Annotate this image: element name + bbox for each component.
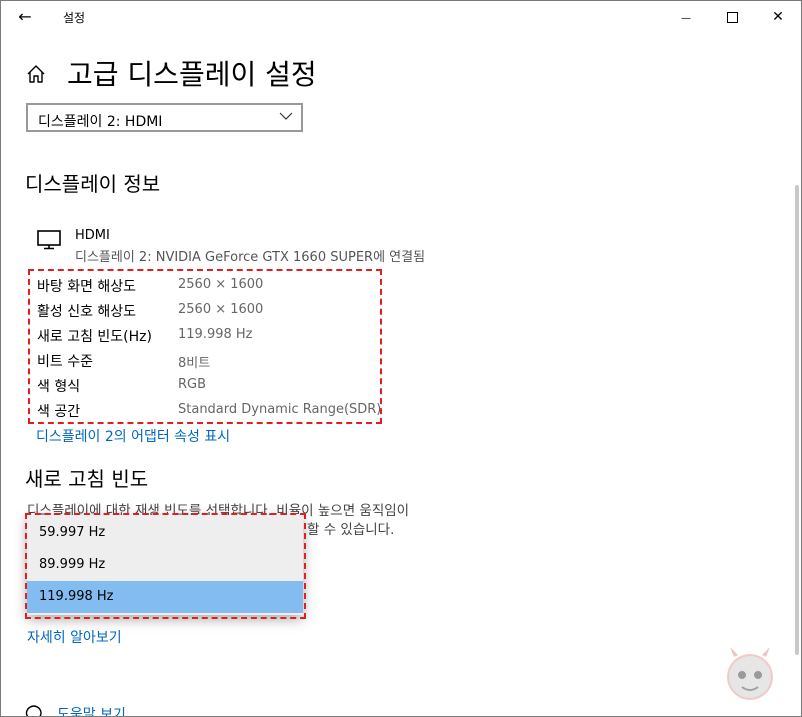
back-button[interactable]: ← xyxy=(11,5,39,29)
monitor-icon xyxy=(37,230,61,250)
minimize-button[interactable]: — xyxy=(663,1,709,33)
display-select-value: 디스플레이 2: HDMI xyxy=(38,114,163,130)
scrollbar[interactable] xyxy=(795,185,799,655)
info-label: 새로 고침 빈도(Hz) xyxy=(37,329,152,345)
learn-more-link[interactable]: 자세히 알아보기 xyxy=(27,627,122,647)
info-value: RGB xyxy=(178,377,207,392)
close-button[interactable]: ✕ xyxy=(755,1,801,33)
settings-window: ← 설정 — ✕ 고급 디스플레이 설정 디스플레이 2: HDMI 디스플레이… xyxy=(0,0,802,717)
display-select[interactable]: 디스플레이 2: HDMI xyxy=(26,103,303,132)
window-title: 설정 xyxy=(63,11,86,25)
refresh-rate-description-tail: 할 수 있습니다. xyxy=(307,522,395,538)
info-label: 바탕 화면 해상도 xyxy=(37,279,137,295)
info-label: 색 형식 xyxy=(37,379,81,395)
home-icon[interactable] xyxy=(25,63,47,85)
adapter-properties-link[interactable]: 디스플레이 2의 어댑터 속성 표시 xyxy=(36,426,230,446)
annotation-box-refresh xyxy=(25,513,306,619)
maximize-button[interactable] xyxy=(709,1,755,33)
info-label: 활성 신호 해상도 xyxy=(37,304,137,320)
page-title: 고급 디스플레이 설정 xyxy=(67,58,317,91)
mascot-watermark-icon xyxy=(727,647,773,700)
info-value: 8비트 xyxy=(178,356,211,371)
help-link[interactable]: 도움말 보기 xyxy=(57,704,126,716)
info-value: 2560 × 1600 xyxy=(178,302,264,317)
minimize-icon: — xyxy=(681,13,691,24)
refresh-rate-heading: 새로 고침 빈도 xyxy=(25,467,149,491)
info-label: 색 공간 xyxy=(37,404,81,420)
info-value: 2560 × 1600 xyxy=(178,277,264,292)
back-arrow-icon: ← xyxy=(18,7,32,26)
display-name: HDMI xyxy=(75,228,110,243)
help-icon[interactable] xyxy=(25,705,43,717)
maximize-icon xyxy=(726,11,738,23)
info-value: Standard Dynamic Range(SDR) xyxy=(178,402,382,417)
info-label: 비트 수준 xyxy=(37,354,93,370)
display-info-heading: 디스플레이 정보 xyxy=(25,172,161,196)
chevron-down-icon xyxy=(279,112,293,120)
close-icon: ✕ xyxy=(772,9,784,25)
title-bar: ← 설정 — ✕ xyxy=(1,1,801,33)
info-value: 119.998 Hz xyxy=(178,327,253,342)
display-connection: 디스플레이 2: NVIDIA GeForce GTX 1660 SUPER에 … xyxy=(75,250,426,265)
